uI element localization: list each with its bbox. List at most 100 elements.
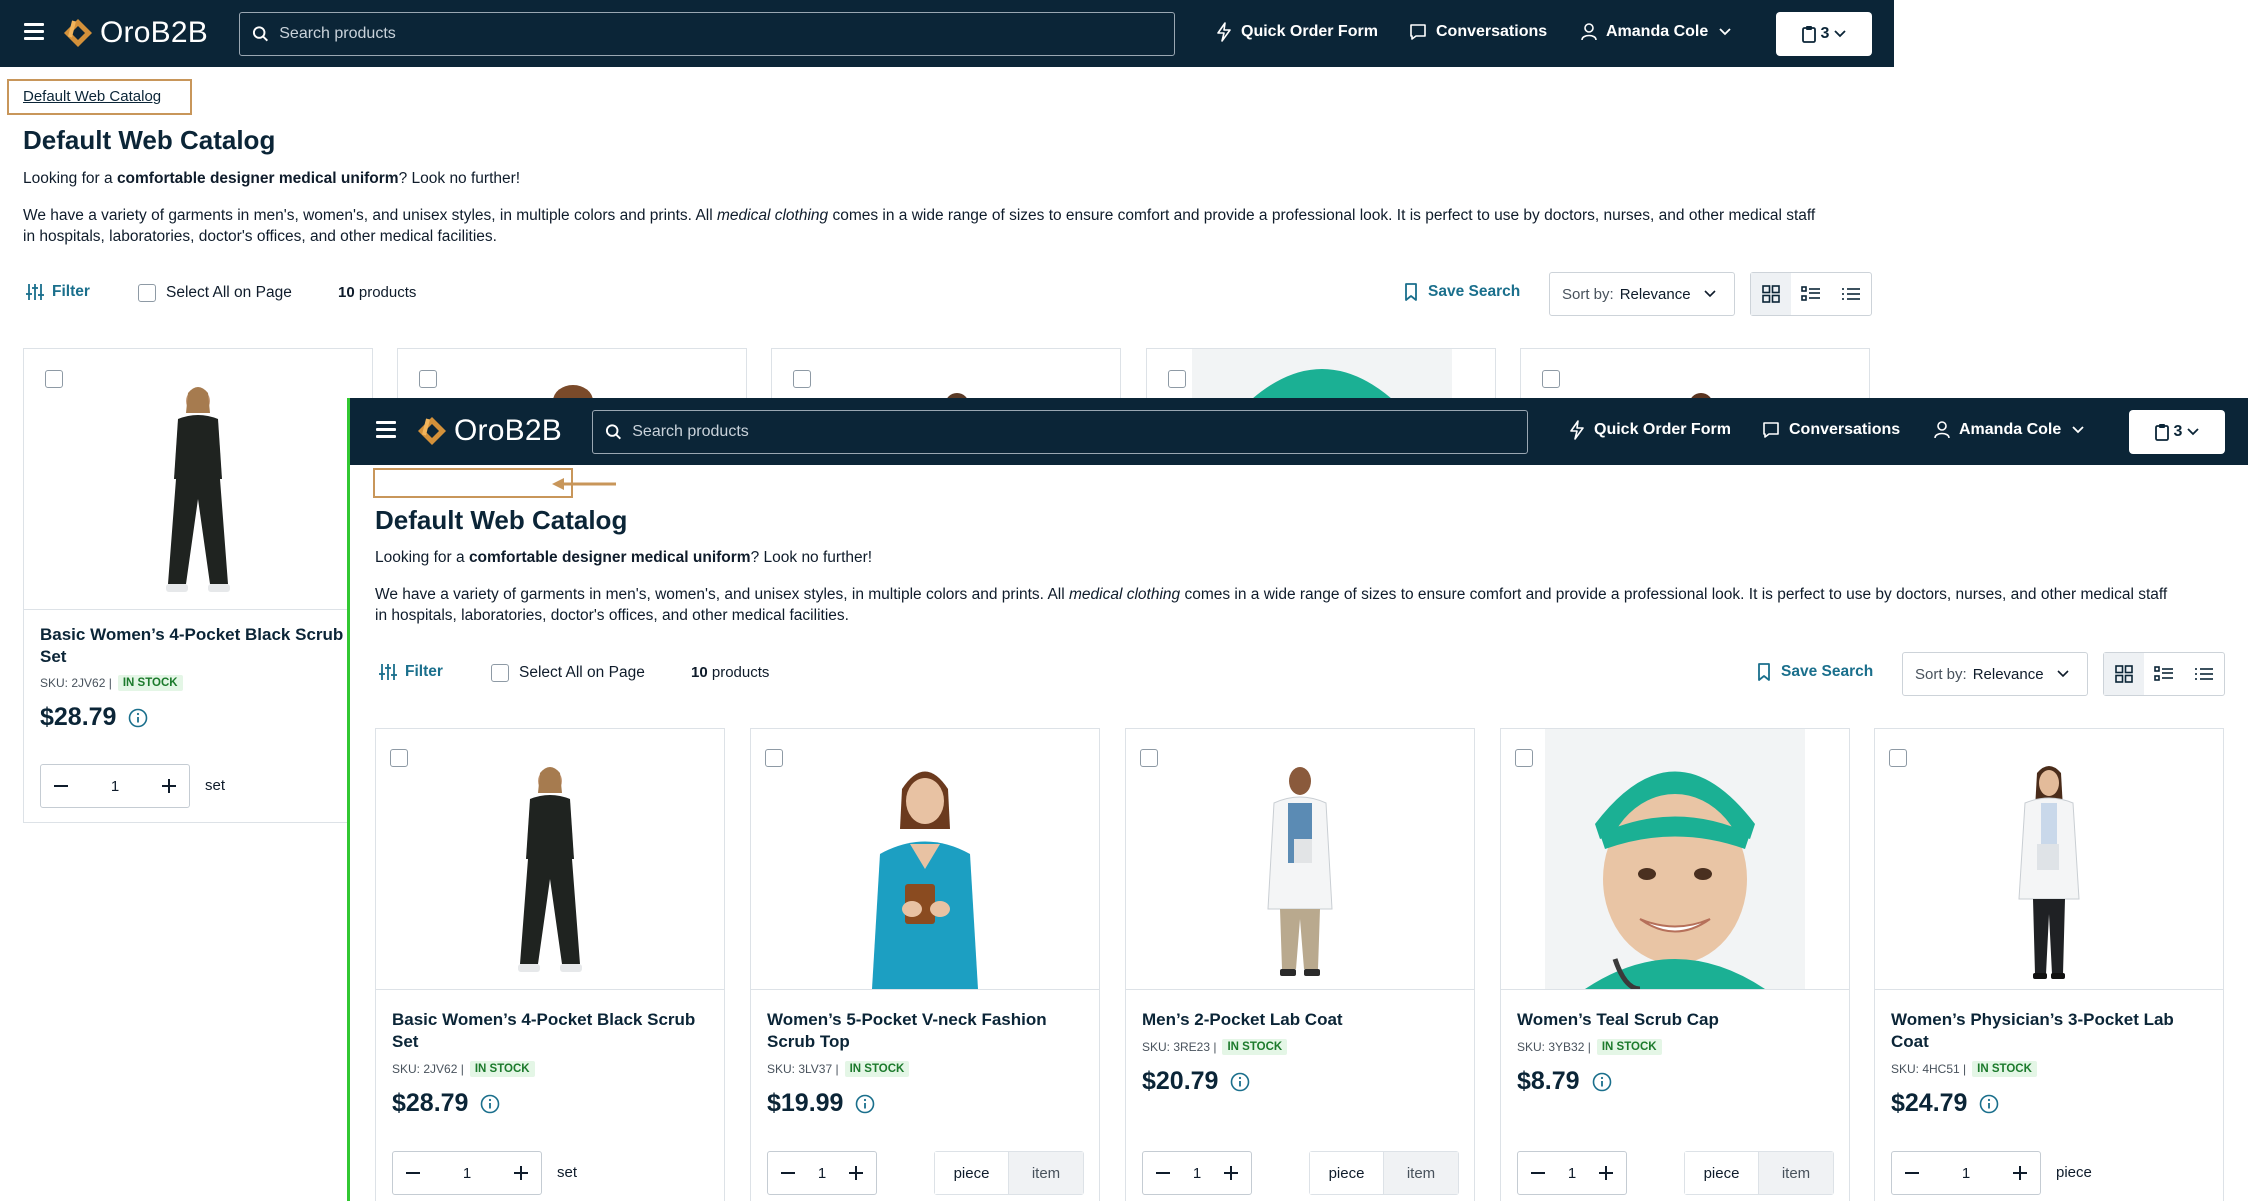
- quantity-value[interactable]: 1: [818, 1165, 826, 1182]
- grid-view-icon[interactable]: [1751, 273, 1791, 315]
- filter-button[interactable]: Filter: [26, 283, 90, 301]
- product-card[interactable]: Women’s Physician’s 3-Pocket Lab Coat SK…: [1874, 728, 2224, 1201]
- quantity-value[interactable]: 1: [1962, 1165, 1970, 1182]
- quick-order-form-link[interactable]: Quick Order Form: [1568, 420, 1731, 440]
- user-menu[interactable]: Amanda Cole: [1580, 22, 1740, 42]
- unit-option-piece[interactable]: piece: [1310, 1152, 1384, 1194]
- info-icon[interactable]: [1592, 1072, 1612, 1092]
- product-select-checkbox[interactable]: [1168, 370, 1186, 388]
- select-all-on-page[interactable]: Select All on Page: [138, 284, 292, 302]
- quantity-stepper[interactable]: 1: [1517, 1151, 1627, 1195]
- quick-order-form-link[interactable]: Quick Order Form: [1215, 22, 1378, 42]
- product-name[interactable]: Basic Women’s 4-Pocket Black Scrub Set: [40, 624, 360, 668]
- product-card[interactable]: Women’s 5-Pocket V-neck Fashion Scrub To…: [750, 728, 1100, 1201]
- save-search-button[interactable]: Save Search: [1757, 663, 1873, 681]
- shopping-list-button[interactable]: 3: [1776, 12, 1872, 56]
- quantity-stepper[interactable]: 1: [1891, 1151, 2041, 1195]
- quantity-stepper[interactable]: 1: [40, 764, 190, 808]
- increase-quantity-button[interactable]: [511, 1163, 531, 1183]
- decrease-quantity-button[interactable]: [403, 1163, 423, 1183]
- hamburger-menu-icon[interactable]: [24, 23, 46, 41]
- sort-select[interactable]: Sort by: Relevance: [1549, 272, 1735, 316]
- product-image[interactable]: [376, 729, 724, 990]
- product-image[interactable]: [1875, 729, 2223, 990]
- product-select-checkbox[interactable]: [1889, 749, 1907, 767]
- catalog-description: We have a variety of garments in men's, …: [375, 586, 2168, 624]
- conversations-link[interactable]: Conversations: [1761, 420, 1900, 440]
- product-select-checkbox[interactable]: [765, 749, 783, 767]
- product-select-checkbox[interactable]: [390, 749, 408, 767]
- decrease-quantity-button[interactable]: [1528, 1163, 1548, 1183]
- user-menu[interactable]: Amanda Cole: [1933, 420, 2093, 440]
- info-icon[interactable]: [480, 1094, 500, 1114]
- decrease-quantity-button[interactable]: [51, 776, 71, 796]
- product-select-checkbox[interactable]: [1140, 749, 1158, 767]
- product-select-checkbox[interactable]: [419, 370, 437, 388]
- decrease-quantity-button[interactable]: [1153, 1163, 1173, 1183]
- quantity-value[interactable]: 1: [111, 778, 119, 795]
- unit-option-item[interactable]: item: [1009, 1152, 1083, 1194]
- quantity-stepper[interactable]: 1: [767, 1151, 877, 1195]
- product-card[interactable]: Basic Women’s 4-Pocket Black Scrub Set S…: [375, 728, 725, 1201]
- product-select-checkbox[interactable]: [793, 370, 811, 388]
- product-name[interactable]: Women’s Teal Scrub Cap: [1517, 1009, 1837, 1031]
- decrease-quantity-button[interactable]: [778, 1163, 798, 1183]
- filter-button[interactable]: Filter: [379, 663, 443, 681]
- product-card[interactable]: Women’s Teal Scrub Cap SKU: 3YB32 | IN ST…: [1500, 728, 1850, 1201]
- product-select-checkbox[interactable]: [45, 370, 63, 388]
- product-name[interactable]: Men’s 2-Pocket Lab Coat: [1142, 1009, 1462, 1031]
- intro-text: Looking for a comfortable designer medic…: [375, 549, 873, 566]
- sort-select[interactable]: Sort by: Relevance: [1902, 652, 2088, 696]
- product-price: $8.79: [1517, 1067, 1612, 1096]
- select-all-checkbox[interactable]: [138, 284, 156, 302]
- product-name[interactable]: Women’s Physician’s 3-Pocket Lab Coat: [1891, 1009, 2211, 1053]
- unit-option-item[interactable]: item: [1759, 1152, 1833, 1194]
- grid-view-icon[interactable]: [2104, 653, 2144, 695]
- increase-quantity-button[interactable]: [1221, 1163, 1241, 1183]
- quantity-value[interactable]: 1: [1568, 1165, 1576, 1182]
- search-box[interactable]: [592, 410, 1528, 454]
- unit-option-piece[interactable]: piece: [935, 1152, 1009, 1194]
- product-image[interactable]: [751, 729, 1099, 990]
- breadcrumb-link[interactable]: Default Web Catalog: [23, 88, 161, 105]
- product-card[interactable]: Men’s 2-Pocket Lab Coat SKU: 3RE23 | IN S…: [1125, 728, 1475, 1201]
- product-select-checkbox[interactable]: [1542, 370, 1560, 388]
- conversations-link[interactable]: Conversations: [1408, 22, 1547, 42]
- search-input[interactable]: [632, 423, 1527, 441]
- select-all-checkbox[interactable]: [491, 664, 509, 682]
- product-card[interactable]: Basic Women’s 4-Pocket Black Scrub Set S…: [23, 348, 373, 823]
- save-search-button[interactable]: Save Search: [1404, 283, 1520, 301]
- quantity-value[interactable]: 1: [463, 1165, 471, 1182]
- product-image[interactable]: [1501, 729, 1849, 990]
- increase-quantity-button[interactable]: [846, 1163, 866, 1183]
- unit-option-item[interactable]: item: [1384, 1152, 1458, 1194]
- info-icon[interactable]: [128, 708, 148, 728]
- search-box[interactable]: [239, 12, 1175, 56]
- info-icon[interactable]: [1230, 1072, 1250, 1092]
- product-name[interactable]: Women’s 5-Pocket V-neck Fashion Scrub To…: [767, 1009, 1087, 1053]
- compact-list-icon[interactable]: [1831, 273, 1871, 315]
- quantity-value[interactable]: 1: [1193, 1165, 1201, 1182]
- shopping-list-button[interactable]: 3: [2129, 410, 2225, 454]
- hamburger-menu-icon[interactable]: [376, 421, 398, 439]
- increase-quantity-button[interactable]: [2010, 1163, 2030, 1183]
- product-select-checkbox[interactable]: [1515, 749, 1533, 767]
- product-image[interactable]: [24, 349, 372, 610]
- decrease-quantity-button[interactable]: [1902, 1163, 1922, 1183]
- list-view-icon[interactable]: [2144, 653, 2184, 695]
- brand-logo[interactable]: OroB2B: [62, 15, 208, 51]
- quantity-stepper[interactable]: 1: [1142, 1151, 1252, 1195]
- info-icon[interactable]: [855, 1094, 875, 1114]
- list-view-icon[interactable]: [1791, 273, 1831, 315]
- product-image[interactable]: [1126, 729, 1474, 990]
- increase-quantity-button[interactable]: [159, 776, 179, 796]
- increase-quantity-button[interactable]: [1596, 1163, 1616, 1183]
- info-icon[interactable]: [1979, 1094, 1999, 1114]
- product-name[interactable]: Basic Women’s 4-Pocket Black Scrub Set: [392, 1009, 712, 1053]
- brand-logo[interactable]: OroB2B: [416, 413, 562, 449]
- unit-option-piece[interactable]: piece: [1685, 1152, 1759, 1194]
- quantity-stepper[interactable]: 1: [392, 1151, 542, 1195]
- search-input[interactable]: [279, 25, 1174, 43]
- compact-list-icon[interactable]: [2184, 653, 2224, 695]
- select-all-on-page[interactable]: Select All on Page: [491, 664, 645, 682]
